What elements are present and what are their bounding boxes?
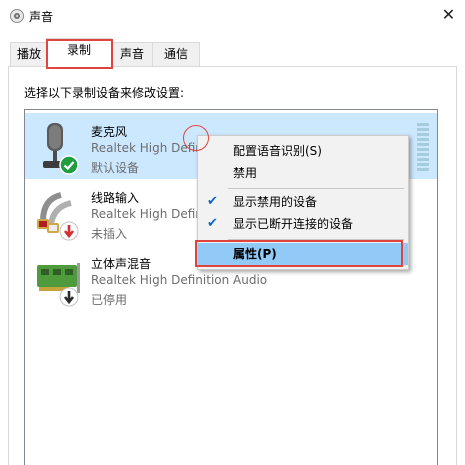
instruction-text: 选择以下录制设备来修改设置: [24, 86, 185, 100]
menu-item-show-disconnected[interactable]: ✔ 显示已断开连接的设备 [198, 213, 408, 235]
close-button[interactable]: ✕ [432, 0, 465, 31]
cursor-highlight-circle [183, 125, 209, 151]
menu-item-label: 显示禁用的设备 [233, 195, 318, 209]
check-icon: ✔ [207, 216, 218, 231]
menu-item-disable[interactable]: 禁用 [198, 162, 408, 184]
menu-item-label: 配置语音识别(S) [233, 144, 322, 158]
menu-item-show-disabled[interactable]: ✔ 显示禁用的设备 [198, 191, 408, 213]
device-status: 默认设备 [91, 161, 140, 175]
device-driver: Realtek High Definition Audio [91, 273, 268, 287]
device-status: 未插入 [91, 227, 128, 241]
disabled-arrow-icon [59, 287, 79, 307]
tab-playback[interactable]: 播放 [10, 42, 48, 66]
recording-tab-highlight [46, 39, 113, 69]
device-status: 已停用 [91, 293, 128, 307]
default-check-icon [59, 155, 79, 175]
device-name: 立体声混音 [91, 257, 152, 271]
menu-item-label: 显示已断开连接的设备 [233, 217, 354, 231]
device-name: 线路输入 [91, 191, 140, 205]
menu-item-label: 禁用 [233, 166, 258, 180]
menu-item-configure-speech[interactable]: 配置语音识别(S) [198, 140, 408, 162]
speaker-app-icon [10, 9, 24, 23]
tab-communications[interactable]: 通信 [152, 42, 200, 66]
properties-highlight-box [195, 240, 403, 267]
device-name: 麦克风 [91, 125, 128, 139]
menu-separator [228, 188, 404, 189]
check-icon: ✔ [207, 194, 218, 209]
title-bar: 声音 ✕ [0, 0, 465, 31]
unplugged-arrow-icon [59, 221, 79, 241]
device-driver: Realtek High Defin [91, 207, 203, 221]
window-title: 声音 [29, 10, 54, 24]
level-meter [417, 123, 429, 173]
tab-sounds[interactable]: 声音 [110, 42, 154, 66]
